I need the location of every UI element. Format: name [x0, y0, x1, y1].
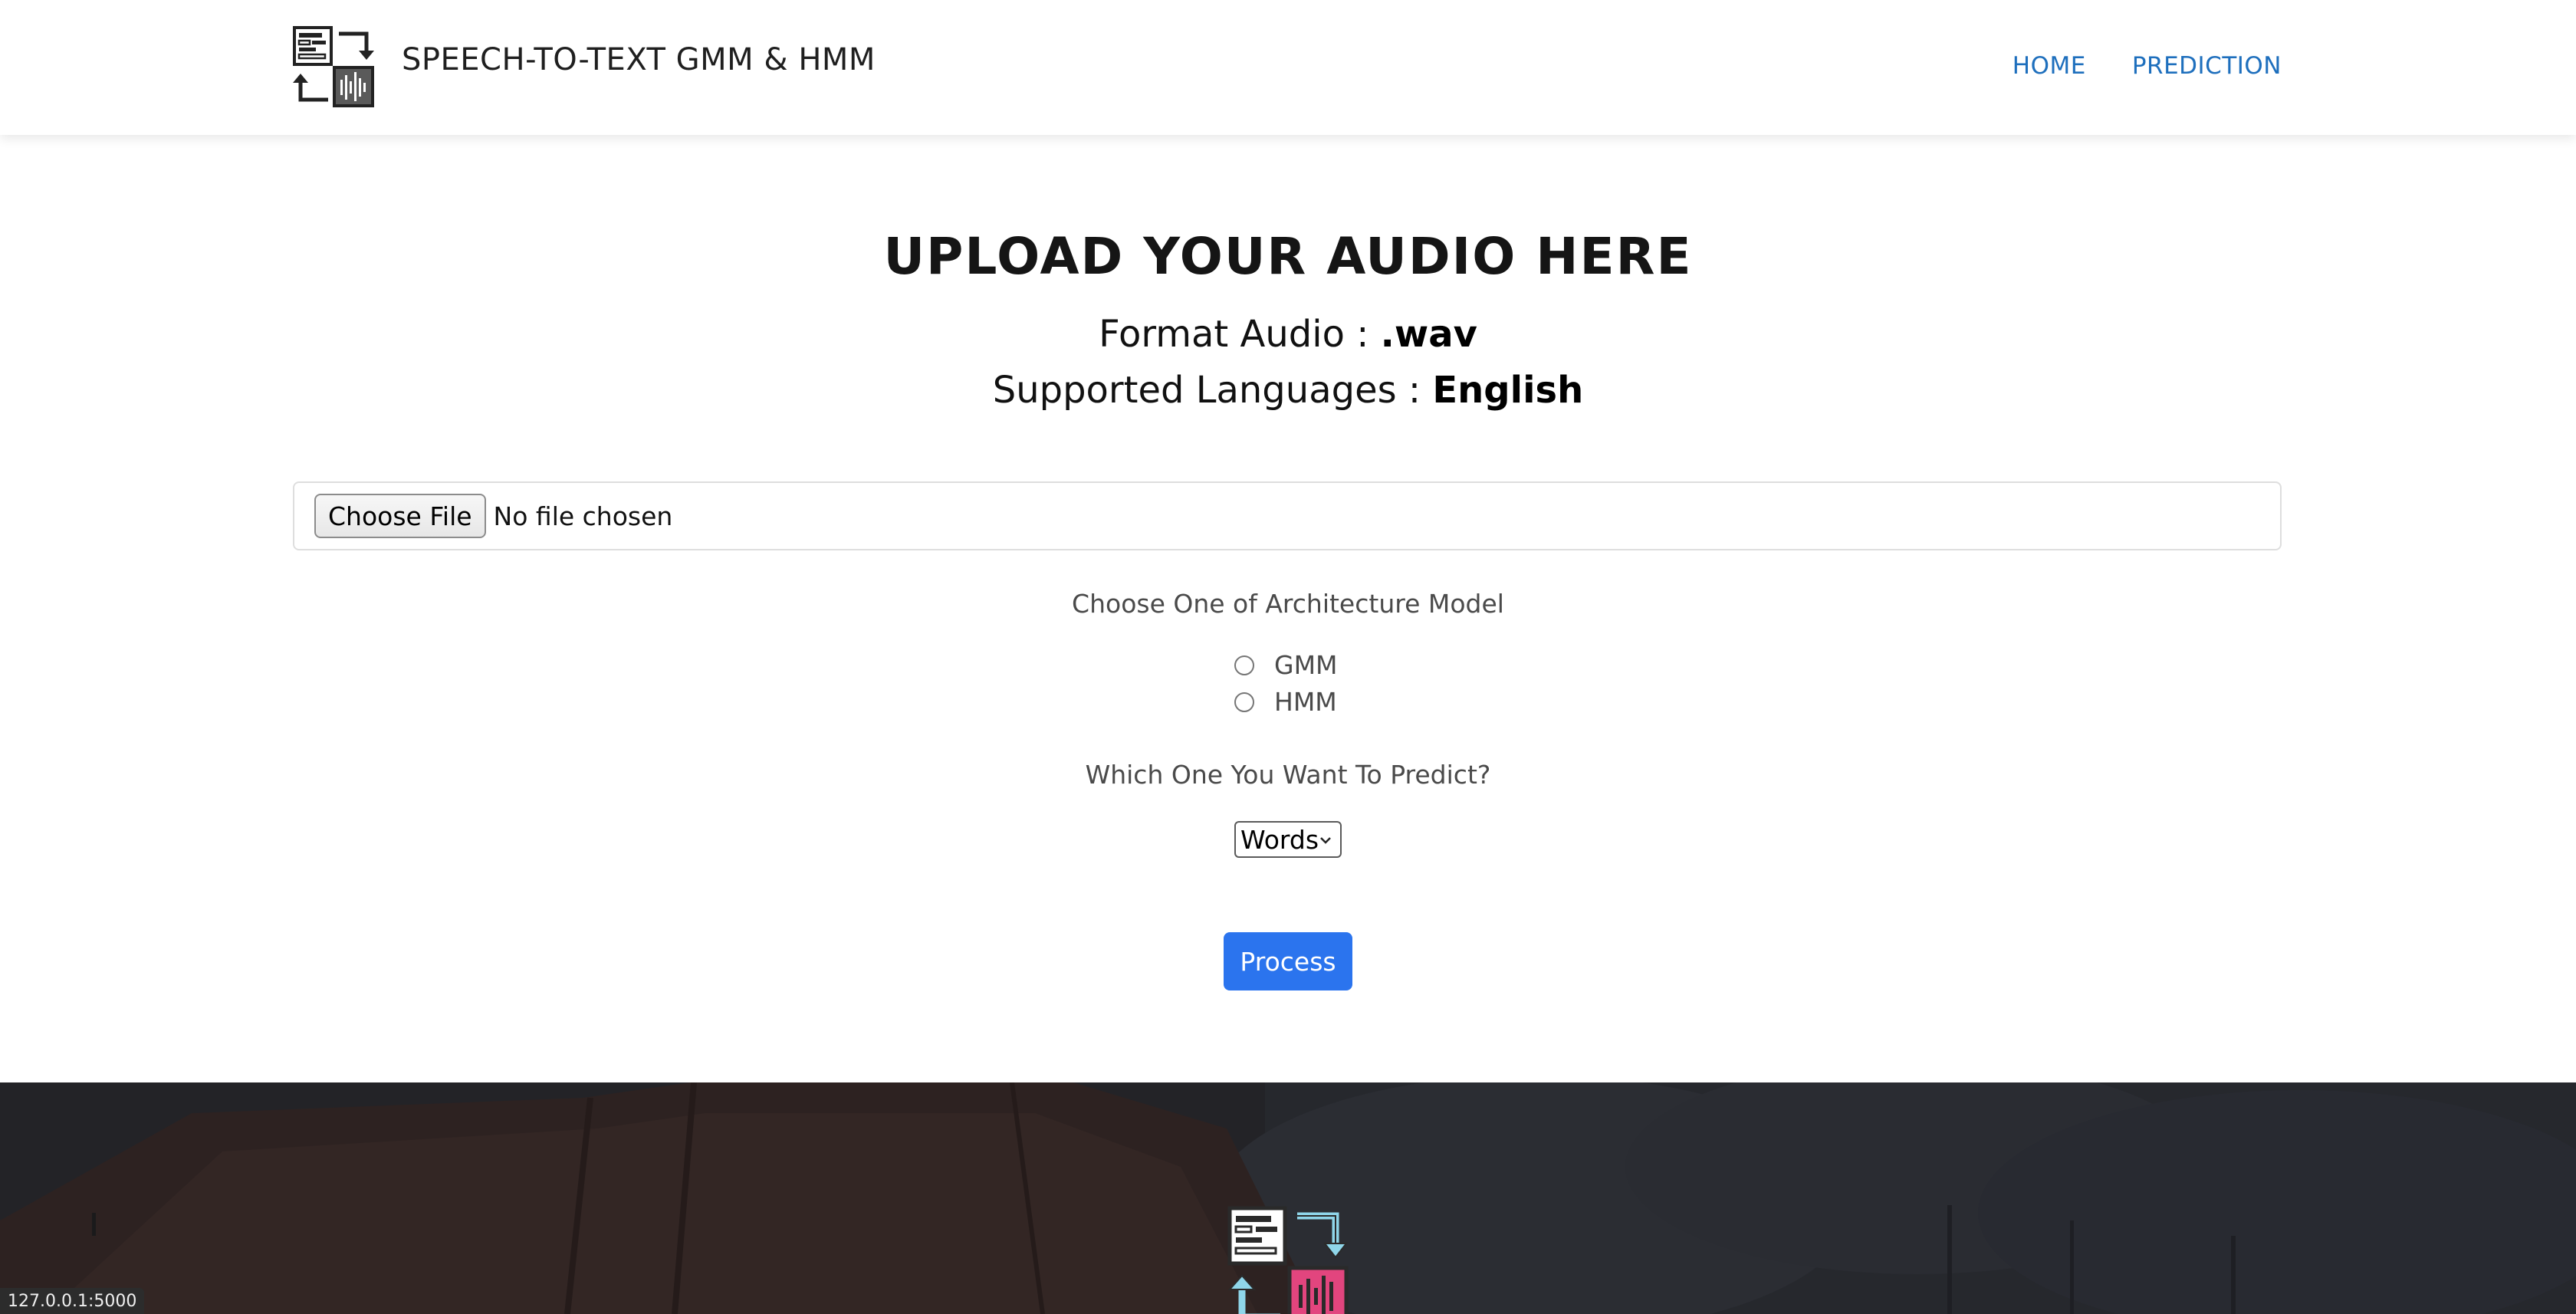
radio-button-hmm[interactable]: [1234, 691, 1254, 712]
predict-type-selected: Words: [1240, 824, 1319, 855]
brand-name: SPEECH-TO-TEXT GMM & HMM: [402, 42, 876, 77]
supported-languages-value: English: [1432, 369, 1584, 412]
choose-file-button[interactable]: Choose File: [314, 494, 486, 538]
site-header: SPEECH-TO-TEXT GMM & HMM HOME PREDICTION: [0, 0, 2576, 135]
radio-label-hmm: HMM: [1274, 687, 1337, 717]
radio-label-gmm: GMM: [1274, 650, 1338, 680]
page-title: UPLOAD YOUR AUDIO HERE: [883, 227, 1693, 286]
audio-format-label: Format Audio :: [1099, 313, 1381, 356]
status-bar-url: 127.0.0.1:5000: [0, 1288, 145, 1314]
footer-logo-icon: [1227, 1206, 1349, 1314]
process-button[interactable]: Process: [1224, 932, 1352, 990]
radio-option-gmm[interactable]: GMM: [1234, 650, 1338, 680]
predict-type-select[interactable]: Words: [1234, 821, 1342, 858]
speech-to-text-logo-icon: [293, 26, 374, 107]
footer: [0, 1082, 2576, 1314]
nav-link-prediction[interactable]: PREDICTION: [2132, 52, 2282, 80]
main-nav: HOME PREDICTION: [2013, 52, 2282, 80]
supported-languages-label: Supported Languages :: [992, 369, 1433, 412]
audio-format-value: .wav: [1380, 313, 1477, 356]
radio-button-gmm[interactable]: [1234, 655, 1254, 675]
audio-file-input[interactable]: Choose File No file chosen: [293, 481, 2282, 550]
radio-option-hmm[interactable]: HMM: [1234, 687, 1337, 717]
audio-format-info: Format Audio : .wav: [0, 313, 2576, 356]
architecture-label: Choose One of Architecture Model: [1072, 589, 1504, 619]
nav-link-home[interactable]: HOME: [2013, 52, 2086, 80]
brand[interactable]: SPEECH-TO-TEXT GMM & HMM: [293, 26, 876, 107]
supported-languages-info: Supported Languages : English: [0, 369, 2576, 412]
file-status-text: No file chosen: [493, 501, 673, 531]
chevron-down-icon: [1320, 837, 1331, 844]
predict-type-label: Which One You Want To Predict?: [1085, 760, 1491, 790]
